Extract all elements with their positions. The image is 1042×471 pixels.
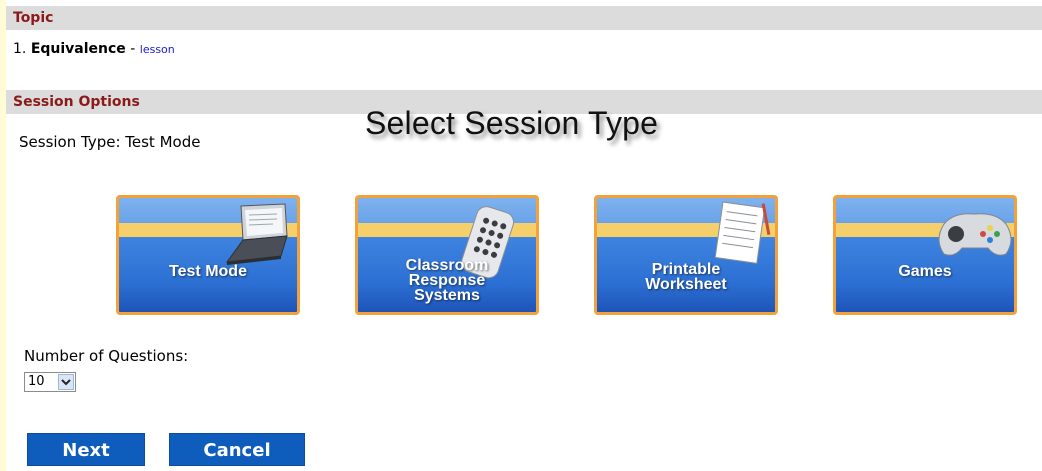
topic-number: 1. — [13, 41, 27, 57]
gamepad-icon — [938, 213, 1012, 256]
chevron-down-icon[interactable] — [58, 374, 74, 390]
next-button[interactable]: Next — [27, 433, 145, 466]
cancel-button[interactable]: Cancel — [169, 433, 305, 466]
left-accent-stripe — [0, 0, 6, 471]
test-mode-label: Test Mode — [169, 263, 247, 280]
topic-separator: - — [130, 41, 136, 57]
laptop-icon — [225, 203, 288, 265]
printable-worksheet-label: Printable Worksheet — [645, 261, 727, 293]
lesson-link[interactable]: lesson — [140, 43, 175, 56]
test-mode-button[interactable]: Test Mode — [116, 195, 300, 315]
games-label: Games — [898, 263, 952, 280]
select-session-type-heading: Select Session Type — [365, 105, 659, 141]
number-of-questions-label: Number of Questions: — [24, 347, 189, 365]
classroom-response-systems-button[interactable]: Classroom Response Systems — [355, 195, 539, 315]
topic-line: 1. Equivalence - lesson — [13, 41, 175, 57]
topic-name: Equivalence — [30, 41, 126, 57]
number-of-questions-value: 10 — [28, 374, 45, 389]
topic-header: Topic — [6, 6, 1042, 30]
classroom-response-systems-label: Classroom Response Systems — [405, 257, 489, 304]
printable-worksheet-button[interactable]: Printable Worksheet — [594, 195, 778, 315]
number-of-questions-select[interactable]: 10 — [24, 372, 76, 392]
session-type-text: Session Type: Test Mode — [19, 133, 201, 151]
worksheet-icon — [714, 201, 771, 264]
games-button[interactable]: Games — [833, 195, 1017, 315]
